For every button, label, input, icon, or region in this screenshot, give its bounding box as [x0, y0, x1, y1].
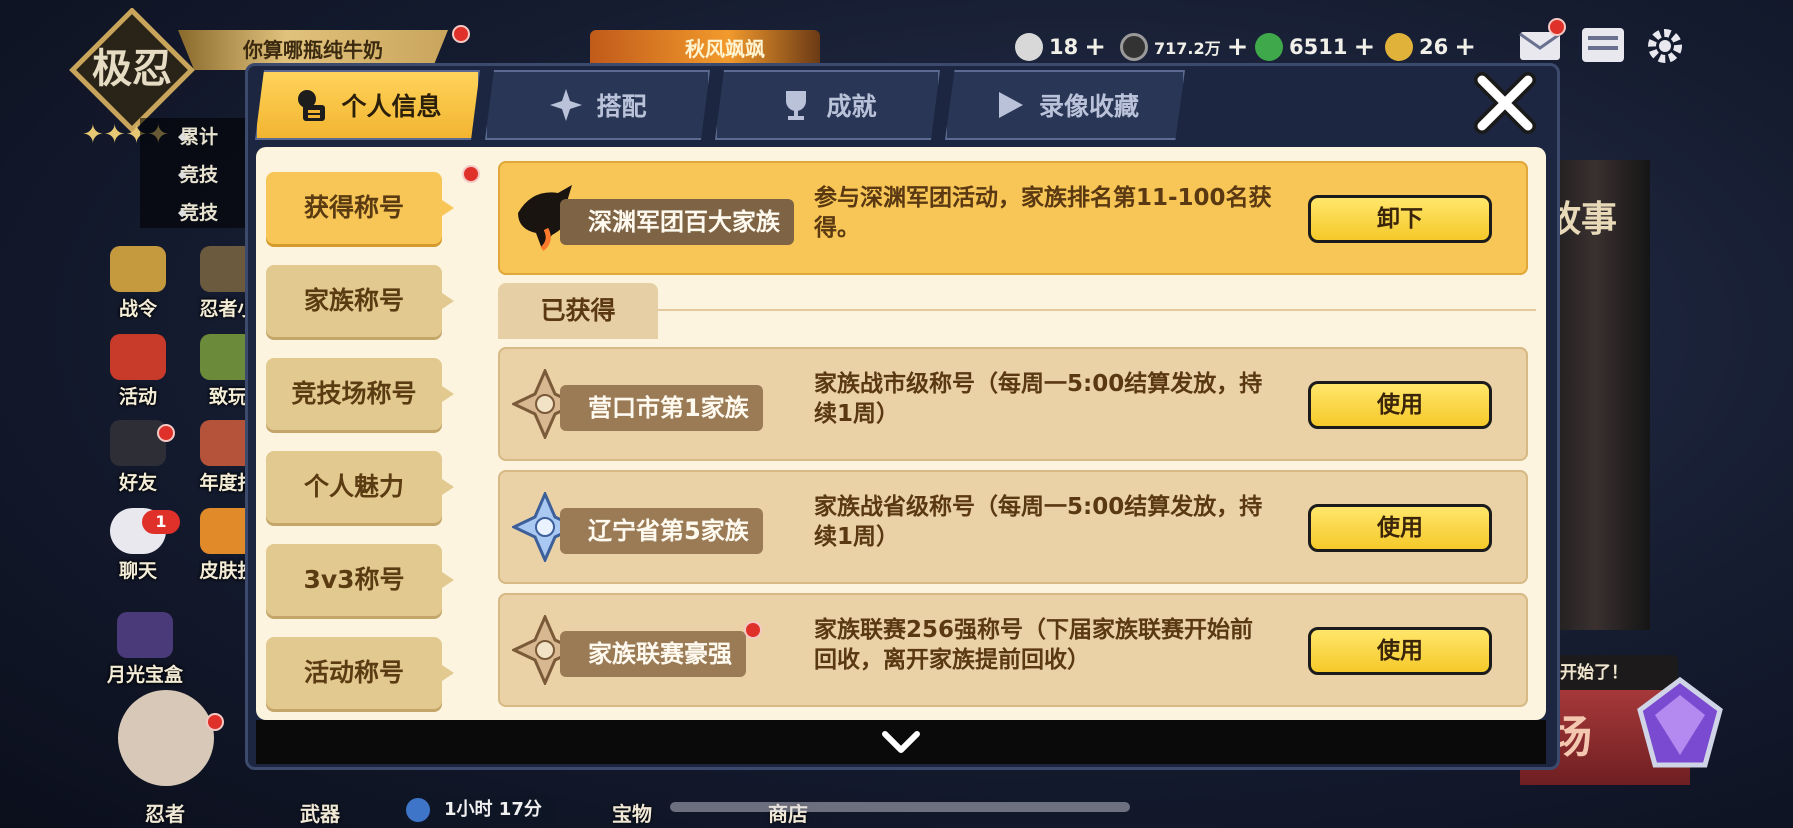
category-notification-dot: [462, 165, 480, 183]
tab-achievements[interactable]: 成就: [715, 70, 940, 140]
coin-icon: [1120, 33, 1148, 61]
resource-jade[interactable]: 6511 +: [1255, 30, 1375, 64]
ninja-portrait-avatar[interactable]: [118, 690, 214, 786]
left-menu-label: 致玩: [208, 386, 247, 408]
settings-gear-icon[interactable]: [1645, 26, 1685, 66]
player-name-notification-dot: [452, 25, 470, 43]
category-obtained-titles[interactable]: 获得称号: [266, 172, 454, 244]
tab-loadout[interactable]: 搭配: [485, 70, 710, 140]
use-title-button[interactable]: 使用: [1308, 504, 1492, 552]
use-title-button[interactable]: 使用: [1308, 381, 1492, 429]
home-indicator-bar[interactable]: [670, 802, 1130, 812]
category-family-titles[interactable]: 家族称号: [266, 265, 454, 337]
bottom-menu-weapons[interactable]: 武器: [300, 798, 340, 827]
equipped-title-name: 深渊军团百大家族: [560, 199, 794, 245]
category-event-titles[interactable]: 活动称号: [266, 637, 454, 709]
tab-label: 搭配: [596, 92, 647, 121]
countdown-timer: 1小时 17分: [400, 794, 556, 826]
title-name: 家族联赛豪强: [560, 631, 746, 677]
trophy-icon: [786, 91, 807, 120]
new-title-notification-dot: [744, 621, 762, 639]
add-jade-button[interactable]: +: [1353, 32, 1375, 62]
left-menu-label: 聊天: [118, 560, 157, 582]
resource-value: 26: [1419, 35, 1449, 59]
left-menu-events[interactable]: 活动: [98, 334, 178, 409]
jade-icon: [1255, 33, 1283, 61]
chat-unread-badge: 1: [142, 510, 180, 534]
titles-panel: 获得称号 家族称号 竞技场称号 个人魅力 3v3称号 活动称号 深渊军团百大家族…: [256, 147, 1546, 720]
tab-label: 个人信息: [341, 92, 442, 121]
ninja-notification-dot: [206, 713, 224, 731]
bottom-menu-treasures[interactable]: 宝物: [612, 798, 652, 827]
resource-gold-ticket[interactable]: 26 +: [1385, 30, 1476, 64]
equipped-title-description: 参与深渊军团活动，家族排名第11-100名获得。: [814, 185, 1272, 241]
title-description: 家族战市级称号（每周一5:00结算发放，持续1周）: [814, 371, 1263, 427]
bottom-menu-ninja[interactable]: 忍者: [145, 798, 185, 827]
category-3v3-titles[interactable]: 3v3称号: [266, 544, 454, 616]
unequip-title-button[interactable]: 卸下: [1308, 195, 1492, 243]
left-menu-label: 月光宝盒: [106, 664, 183, 686]
use-title-button[interactable]: 使用: [1308, 627, 1492, 675]
moonlight-box-icon: [117, 612, 173, 658]
star-compass-icon: [550, 89, 583, 121]
resource-value: 18: [1049, 35, 1079, 59]
background-stats-item: 竞技: [140, 194, 260, 232]
mail-notification-dot: [1548, 18, 1566, 36]
obtained-section-label: 已获得: [498, 283, 658, 339]
scroll-more-bar[interactable]: [256, 720, 1546, 764]
left-menu-label: 战令: [118, 298, 157, 320]
chevron-down-icon[interactable]: [881, 730, 921, 756]
section-divider: [658, 309, 1536, 311]
rank-badge-text: 极忍: [92, 45, 172, 92]
purple-gem-icon[interactable]: [1625, 670, 1735, 780]
gold-ticket-icon: [1385, 33, 1413, 61]
close-icon[interactable]: [1470, 68, 1540, 138]
profile-icon: [298, 90, 326, 121]
add-onigiri-button[interactable]: +: [1084, 32, 1106, 62]
timer-minus-icon: [406, 798, 430, 822]
left-menu-label: 好友: [118, 472, 157, 494]
tab-label: 成就: [826, 92, 877, 121]
resource-onigiri[interactable]: 18 +: [1015, 30, 1106, 64]
resource-coin[interactable]: 717.2万 +: [1120, 30, 1248, 64]
left-menu-label: 活动: [118, 386, 157, 408]
title-name: 营口市第1家族: [560, 385, 763, 431]
background-stats-item: 竞技: [140, 156, 260, 194]
title-row: 家族联赛豪强 家族联赛256强称号（下届家族联赛开始前回收，离开家族提前回收） …: [498, 593, 1528, 707]
title-row: 辽宁省第5家族 家族战省级称号（每周一5:00结算发放，持续1周） 使用: [498, 470, 1528, 584]
onigiri-icon: [1015, 33, 1043, 61]
torii-gate-icon: [110, 334, 166, 380]
background-stats-list: 累计 竞技 竞技: [140, 118, 260, 232]
title-description: 家族战省级称号（每周一5:00结算发放，持续1周）: [814, 494, 1263, 550]
title-description: 家族联赛256强称号（下届家族联赛开始前回收，离开家族提前回收）: [814, 617, 1254, 673]
equipped-title-row: 深渊军团百大家族 参与深渊军团活动，家族排名第11-100名获得。 卸下: [498, 161, 1528, 275]
background-stats-item: 累计: [140, 118, 260, 156]
shop-scroll-icon[interactable]: [1578, 24, 1628, 66]
add-coin-button[interactable]: +: [1227, 32, 1249, 62]
tab-replay-collection[interactable]: 录像收藏: [945, 70, 1185, 140]
left-menu-moonlight-box[interactable]: 月光宝盒: [90, 612, 200, 687]
battle-pass-icon: [110, 246, 166, 292]
add-gold-ticket-button[interactable]: +: [1454, 32, 1476, 62]
play-icon: [998, 92, 1023, 118]
resource-value: 6511: [1289, 35, 1348, 59]
timer-text: 1小时 17分: [444, 799, 542, 820]
title-name: 辽宁省第5家族: [560, 508, 763, 554]
friends-notification-dot: [157, 424, 175, 442]
tab-label: 录像收藏: [1038, 92, 1139, 121]
category-personal-charm[interactable]: 个人魅力: [266, 451, 454, 523]
tab-personal-info[interactable]: 个人信息: [255, 70, 480, 140]
left-menu-battle-pass[interactable]: 战令: [98, 246, 178, 321]
category-arena-titles[interactable]: 竞技场称号: [266, 358, 454, 430]
title-row: 营口市第1家族 家族战市级称号（每周一5:00结算发放，持续1周） 使用: [498, 347, 1528, 461]
resource-value: 717.2万: [1154, 39, 1221, 58]
